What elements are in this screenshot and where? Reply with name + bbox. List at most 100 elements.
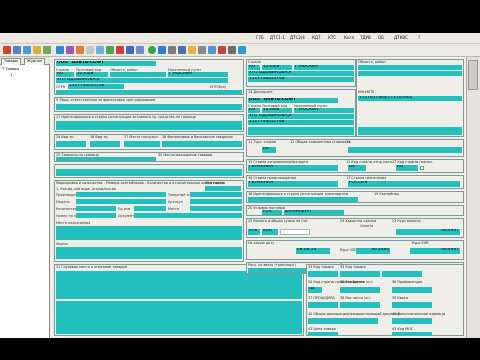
recipient-ogrn-field[interactable]: 1117746051748 <box>248 77 354 82</box>
sender-street-field[interactable]: УЛ.ГОДОВИКОВА,9 <box>56 78 228 83</box>
box-15a-field[interactable]: DE <box>348 165 366 171</box>
sender-country-field[interactable]: RU <box>56 72 74 77</box>
tools-icon[interactable] <box>228 46 236 54</box>
export-icon[interactable] <box>66 46 74 54</box>
box-33b-field[interactable] <box>382 271 422 277</box>
table-icon[interactable] <box>178 46 186 54</box>
calc-icon[interactable] <box>136 46 144 54</box>
box-20-place-field[interactable]: ФРАНКФУРТ <box>284 210 344 215</box>
recipient-postal-field[interactable]: 125008 <box>262 65 292 70</box>
goods-producer-field[interactable] <box>76 192 166 197</box>
box-31-desc-field-2[interactable] <box>56 301 302 334</box>
sender-postal-field[interactable]: 125008 <box>76 72 108 77</box>
box-33-field[interactable] <box>340 271 380 277</box>
sender-city-field[interactable]: Г.МОСКВА <box>168 72 228 77</box>
rate-date-field[interactable]: 08.08.14 <box>296 248 330 254</box>
menu-item-ob[interactable]: ОБ <box>378 35 384 40</box>
new-document-icon[interactable] <box>3 46 11 54</box>
box-38-field[interactable] <box>340 302 380 308</box>
menu-item-kdt[interactable]: КДТ <box>312 35 320 40</box>
arrow-icon[interactable] <box>238 46 246 54</box>
menu-item-dts1[interactable]: ДТС1-1 <box>270 35 285 40</box>
box-35-field[interactable] <box>340 287 380 293</box>
print-icon[interactable] <box>33 46 41 54</box>
box-26-field[interactable] <box>90 141 120 147</box>
box-15-country-field[interactable]: ГЕРМАНИЯ <box>248 165 338 171</box>
goods-trademark-field[interactable] <box>190 192 242 197</box>
menu-item-tduv[interactable]: ТДУВ <box>360 35 371 40</box>
goods-model-field[interactable] <box>76 199 166 204</box>
menu-item-kngl[interactable]: Кнгл <box>344 35 354 40</box>
box-23-rate-field[interactable]: 46.4947 <box>396 229 460 235</box>
declarant-kpp-field[interactable]: 7717657364/771701001 <box>358 96 462 101</box>
settings-icon[interactable] <box>168 46 176 54</box>
box-27-field[interactable] <box>124 141 160 147</box>
menu-item-dtkvs[interactable]: ДТКВС <box>394 35 408 40</box>
goods-qty-field[interactable] <box>76 206 116 211</box>
sender-ogrn-field[interactable]: 1117746051748 <box>68 84 124 89</box>
goods-stage-field[interactable] <box>76 213 116 218</box>
tree-root-goods[interactable]: Т Товары <box>2 67 19 71</box>
box-36-field[interactable] <box>392 287 432 293</box>
globe-icon[interactable] <box>148 46 156 54</box>
declarant-city-field[interactable]: Г.МОСКВА <box>294 108 354 113</box>
find-icon[interactable] <box>126 46 134 54</box>
box-29-field[interactable] <box>56 157 156 161</box>
menu-item-kts[interactable]: КТС <box>328 35 336 40</box>
box-31-desc-field[interactable] <box>56 271 302 299</box>
box-34-field[interactable]: DE <box>308 287 322 293</box>
goods-doc-field[interactable] <box>134 213 242 218</box>
box-40-field[interactable] <box>308 318 378 324</box>
folder-icon[interactable] <box>188 46 196 54</box>
import-icon[interactable] <box>56 46 64 54</box>
declarant-extra-field[interactable] <box>248 127 354 135</box>
box-25-field[interactable] <box>56 141 86 147</box>
close-icon[interactable] <box>218 46 226 54</box>
box-17a-field[interactable]: RU <box>396 165 418 171</box>
box-37-field[interactable] <box>308 302 338 308</box>
goods-extra-field[interactable] <box>56 247 242 259</box>
declarant-street-field[interactable]: УЛ.ГОДОВИКОВА,9 <box>248 114 354 119</box>
box-9-field[interactable] <box>56 104 242 110</box>
menu-item-dts2[interactable]: ДТС2/4 <box>290 35 305 40</box>
box-22-code-field[interactable]: 978 <box>248 229 260 235</box>
declarant-postal-field[interactable]: 125008 <box>262 108 292 113</box>
paste-icon[interactable] <box>96 46 104 54</box>
declarant-right-extra-field[interactable] <box>358 127 462 135</box>
goods-place-field[interactable] <box>190 206 242 211</box>
doc-icon[interactable] <box>208 46 216 54</box>
box-42-field[interactable] <box>308 332 338 336</box>
tab-goods[interactable]: Товары <box>1 58 21 65</box>
box-20-code-field[interactable]: FCA <box>262 210 282 215</box>
tree-item-1[interactable]: 1 <box>10 73 12 77</box>
usd-rate-field[interactable]: 36.2486 <box>356 248 390 254</box>
eur-rate-field[interactable]: 46.4947 <box>410 248 460 254</box>
declarant-region-field-2[interactable] <box>358 71 462 76</box>
delete-icon[interactable] <box>116 46 124 54</box>
vertical-scrollbar[interactable] <box>466 57 480 338</box>
list-icon[interactable] <box>198 46 206 54</box>
menu-item-g7b[interactable]: Г7Б <box>256 35 264 40</box>
declarant-region-field[interactable] <box>358 65 462 70</box>
recipient-city-field[interactable]: Г.МОСКВА <box>294 65 354 70</box>
info-icon[interactable] <box>158 46 166 54</box>
cut-icon[interactable] <box>76 46 84 54</box>
box-11-country-field[interactable]: DE <box>262 147 276 153</box>
scrollbar-thumb[interactable] <box>468 60 478 90</box>
copy-icon[interactable] <box>86 46 94 54</box>
box-mid-field[interactable] <box>56 169 242 176</box>
box-22-eur-field[interactable]: EUR <box>262 229 278 235</box>
sender-region-field[interactable] <box>110 72 166 77</box>
menu-item-help[interactable]: ? <box>418 35 420 40</box>
open-icon[interactable] <box>13 46 21 54</box>
recipient-street-field[interactable]: УЛ.ГОДОВИКОВА,9 <box>248 71 354 76</box>
box-21-field[interactable] <box>56 121 242 130</box>
declarant-name-field[interactable]: ООО "АЛЬТА-СОФТ" <box>248 98 338 103</box>
box-43-field[interactable] <box>392 332 432 336</box>
check-icon[interactable] <box>106 46 114 54</box>
box-32-field[interactable] <box>308 271 338 277</box>
box-28-field[interactable] <box>162 141 242 147</box>
declarant-ogrn-field[interactable]: 1117746051748 <box>248 120 354 125</box>
save-icon[interactable] <box>23 46 31 54</box>
tab-journal[interactable]: Журнал <box>24 58 46 65</box>
